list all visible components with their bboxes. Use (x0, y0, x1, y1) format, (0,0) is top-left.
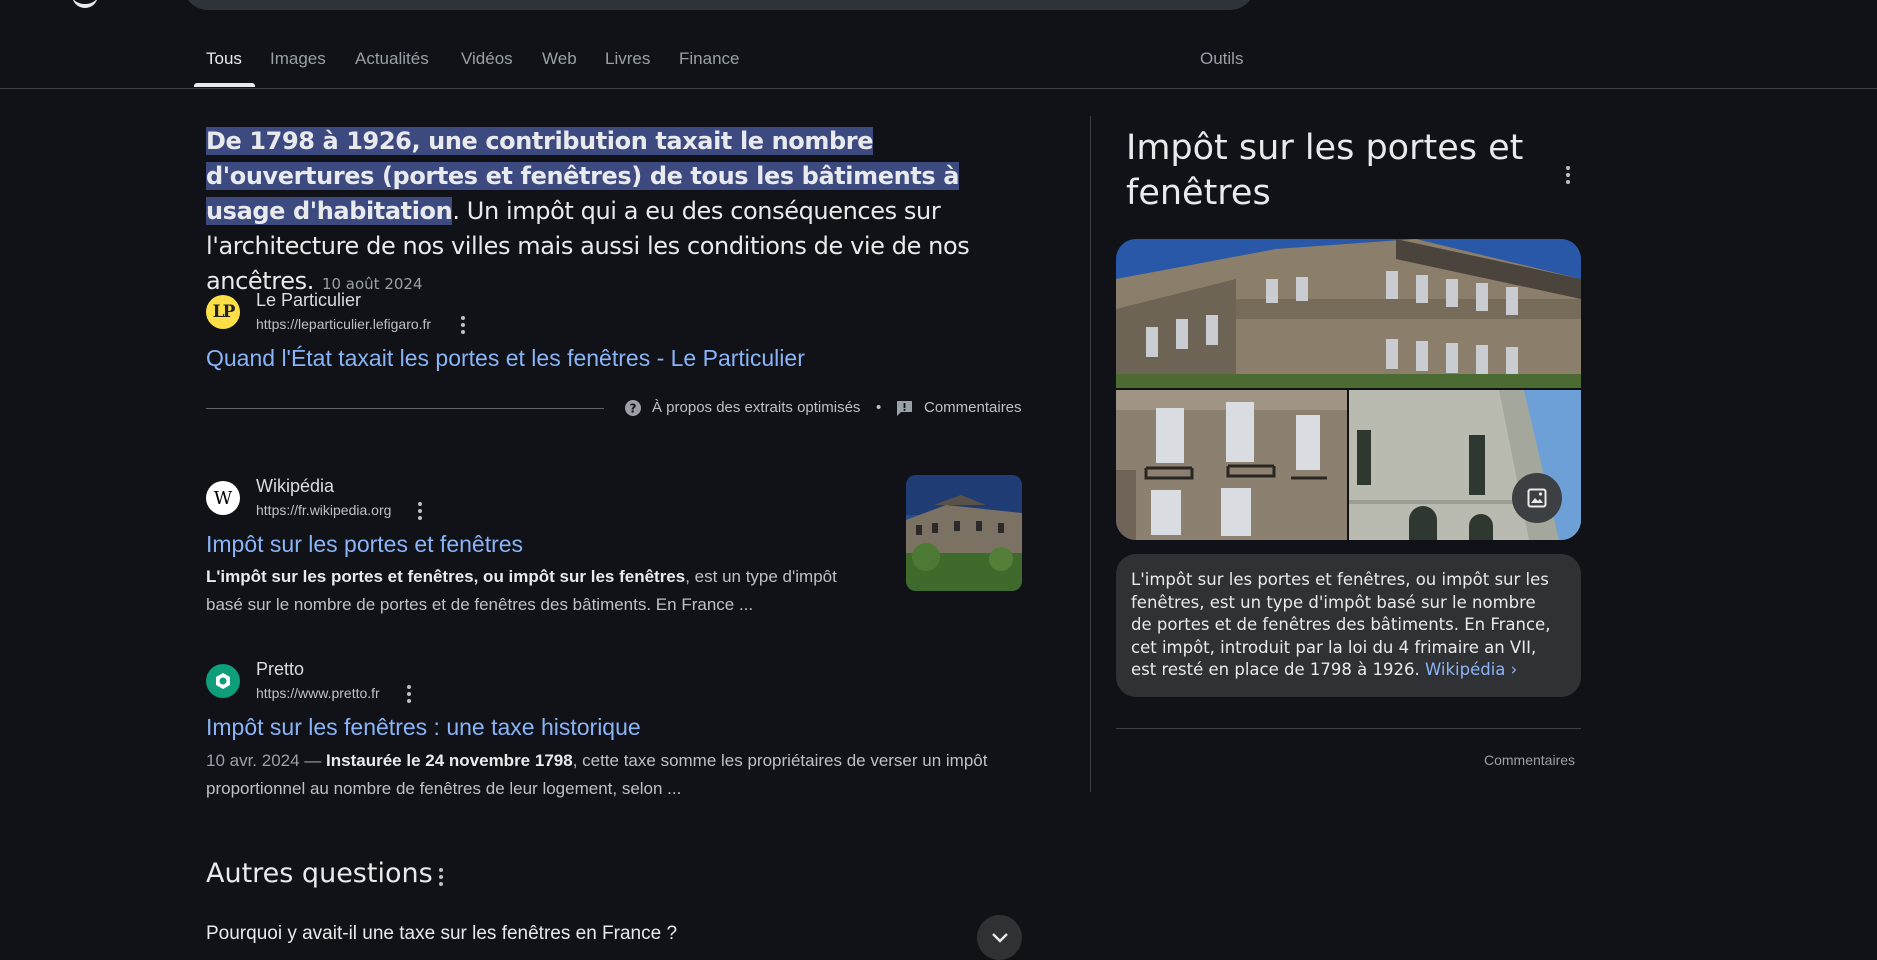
result-site-name[interactable]: Wikipédia (256, 476, 334, 497)
knowledge-panel-title: Impôt sur les portes et fenêtres (1126, 128, 1524, 213)
feedback-link[interactable]: Commentaires (924, 399, 1022, 416)
result-url[interactable]: https://www.pretto.fr (256, 685, 380, 701)
more-images-button[interactable] (1512, 473, 1562, 523)
active-tab-indicator (194, 83, 255, 87)
expand-question-button[interactable] (977, 915, 1022, 960)
divider (206, 408, 604, 409)
pretto-favicon[interactable] (206, 664, 240, 698)
result-site-name[interactable]: Pretto (256, 659, 304, 680)
panel-feedback-link[interactable]: Commentaires (1484, 752, 1575, 768)
knowledge-panel-description: L'impôt sur les portes et fenêtres, ou i… (1131, 570, 1551, 679)
leparticulier-favicon[interactable]: LP (206, 295, 240, 329)
wikipedia-source-link[interactable]: Wikipédia › (1425, 660, 1517, 679)
result-url[interactable]: https://fr.wikipedia.org (256, 502, 391, 518)
tab-images[interactable]: Images (270, 49, 326, 69)
divider (1116, 728, 1581, 729)
result-thumbnail[interactable] (906, 475, 1022, 591)
snippet-source-link[interactable]: Quand l'État taxait les portes et les fe… (206, 345, 805, 372)
more-options-icon[interactable] (1558, 164, 1578, 186)
source-url[interactable]: https://leparticulier.lefigaro.fr (256, 316, 431, 332)
featured-snippet-text: De 1798 à 1926, une contribution taxait … (206, 124, 1036, 302)
more-options-icon[interactable] (399, 683, 419, 705)
result-snippet: 10 avr. 2024 — Instaurée le 24 novembre … (206, 751, 988, 798)
tab-tous[interactable]: Tous (206, 49, 242, 69)
tab-actualites[interactable]: Actualités (355, 49, 429, 69)
source-name[interactable]: Le Particulier (256, 290, 361, 311)
building-image[interactable] (1116, 239, 1581, 388)
people-also-ask-heading: Autres questions (206, 858, 433, 889)
panel-divider (1090, 116, 1091, 792)
result-title-link[interactable]: Impôt sur les fenêtres : une taxe histor… (206, 714, 641, 741)
question-item[interactable]: Pourquoi y avait-il une taxe sur les fen… (206, 923, 677, 945)
result-title-link[interactable]: Impôt sur les portes et fenêtres (206, 531, 523, 558)
feedback-icon[interactable] (896, 400, 913, 422)
white-facade-image[interactable] (1349, 390, 1581, 540)
tools-button[interactable]: Outils (1200, 49, 1243, 69)
more-options-icon[interactable] (410, 500, 430, 522)
svg-text:?: ? (630, 402, 637, 416)
more-options-icon[interactable] (453, 314, 473, 336)
result-snippet: L'impôt sur les portes et fenêtres, ou i… (206, 567, 837, 614)
tab-videos[interactable]: Vidéos (461, 49, 513, 69)
image-icon (1527, 488, 1547, 508)
knowledge-panel-images[interactable] (1116, 239, 1581, 540)
search-tabs: Tous Images Actualités Vidéos Web Livres… (0, 0, 1877, 89)
more-options-icon[interactable] (431, 866, 451, 888)
tab-finance[interactable]: Finance (679, 49, 739, 69)
chevron-down-icon (992, 933, 1008, 943)
help-icon[interactable]: ? (624, 399, 642, 422)
tab-livres[interactable]: Livres (605, 49, 650, 69)
wikipedia-favicon[interactable]: W (206, 481, 240, 515)
tab-web[interactable]: Web (542, 49, 577, 69)
facade-balconies-image[interactable] (1116, 390, 1347, 540)
snippet-footer: ? À propos des extraits optimisés • Comm… (206, 394, 1022, 422)
dot-separator: • (876, 399, 882, 416)
about-snippets-link[interactable]: À propos des extraits optimisés (652, 399, 860, 416)
